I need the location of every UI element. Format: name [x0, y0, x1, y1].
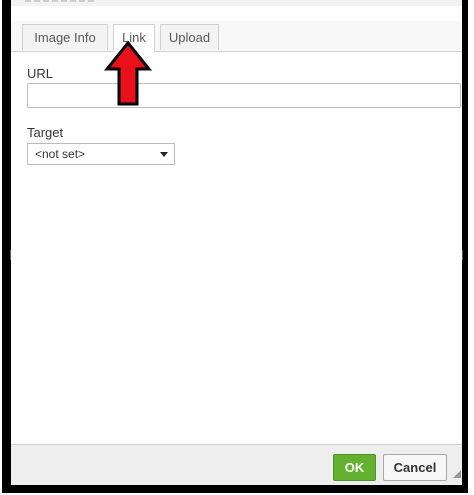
- chevron-down-icon: [160, 152, 168, 157]
- url-input[interactable]: [27, 83, 461, 108]
- target-select-value: <not set>: [35, 147, 86, 161]
- target-select[interactable]: <not set>: [27, 143, 175, 165]
- ok-button[interactable]: OK: [333, 454, 376, 481]
- left-edge-tick: [10, 250, 11, 260]
- dialog-footer: OK Cancel: [11, 444, 462, 485]
- url-label: URL: [27, 66, 54, 81]
- dialog-title-bar: [11, 0, 462, 6]
- tab-image-info[interactable]: Image Info: [22, 24, 108, 50]
- tab-bar: Image Info Link Upload: [11, 21, 462, 52]
- red-arrow-up-icon: [104, 41, 152, 106]
- tab-upload[interactable]: Upload: [160, 24, 219, 50]
- cancel-button[interactable]: Cancel: [383, 454, 447, 481]
- image-properties-dialog: Image Info Link Upload URL Target <not s…: [11, 0, 462, 485]
- dialog-title-fragment: [25, 0, 95, 2]
- target-label: Target: [27, 125, 64, 140]
- dialog-frame: Image Info Link Upload URL Target <not s…: [2, 0, 468, 493]
- right-edge-tick: [462, 250, 463, 260]
- resize-handle-icon[interactable]: [453, 470, 461, 478]
